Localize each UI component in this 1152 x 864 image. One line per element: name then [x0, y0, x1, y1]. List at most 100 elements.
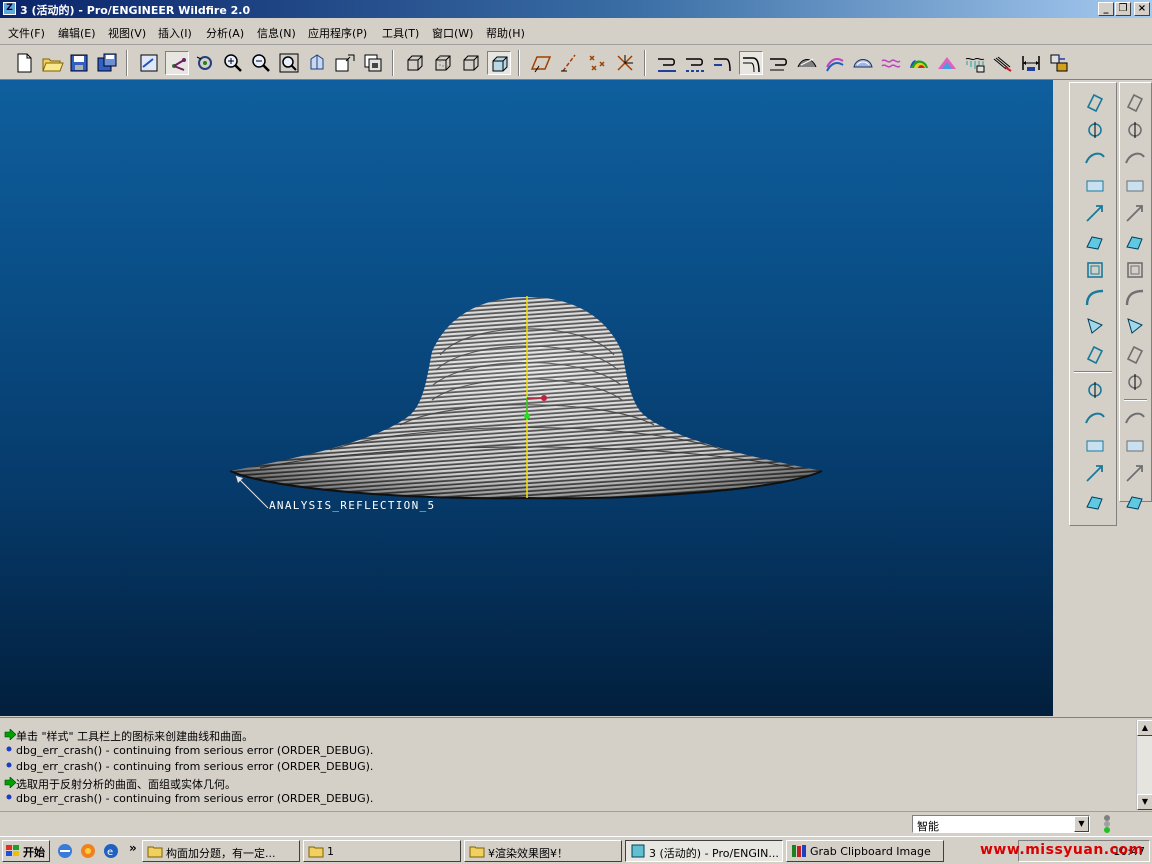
- orient-icon[interactable]: [193, 51, 217, 75]
- datum-points-icon[interactable]: [585, 51, 609, 75]
- taskbar-item-active[interactable]: 3 (活动的) - Pro/ENGIN...: [625, 840, 783, 862]
- shell-icon[interactable]: [1082, 257, 1108, 283]
- layers-icon[interactable]: [361, 51, 385, 75]
- delete-icon[interactable]: [1122, 405, 1148, 431]
- datum-axes-icon[interactable]: [557, 51, 581, 75]
- menu-tools[interactable]: 工具(T): [382, 25, 419, 41]
- title-bar[interactable]: Z 3 (活动的) - Pro/ENGINEER Wildfire 2.0 _ …: [0, 0, 1152, 18]
- proe-app-icon[interactable]: Z: [3, 2, 16, 15]
- message-scrollbar[interactable]: ▲ ▼: [1136, 720, 1152, 810]
- rib-icon[interactable]: [1122, 173, 1148, 199]
- spin-center-icon[interactable]: [165, 51, 189, 75]
- restore-button[interactable]: ❐: [1115, 2, 1131, 16]
- new-icon[interactable]: [12, 51, 36, 75]
- quicklaunch-more-icon[interactable]: »: [129, 841, 137, 855]
- analysis-13-icon[interactable]: [991, 51, 1015, 75]
- datum-curve-icon[interactable]: [1082, 461, 1108, 487]
- pattern-icon[interactable]: [1122, 201, 1148, 227]
- menu-applications[interactable]: 应用程序(P): [308, 25, 367, 41]
- analysis-6-icon[interactable]: [795, 51, 819, 75]
- regen-icon[interactable]: [1122, 489, 1148, 515]
- taskbar-item[interactable]: ¥渲染效果图¥！: [464, 840, 622, 862]
- project-icon[interactable]: [1122, 341, 1148, 367]
- analysis-11-icon[interactable]: [935, 51, 959, 75]
- trim-icon[interactable]: [1122, 257, 1148, 283]
- curve-icon[interactable]: [1082, 89, 1108, 115]
- merge-icon[interactable]: [1082, 341, 1108, 367]
- saved-views-icon[interactable]: [333, 51, 357, 75]
- save-copy-icon[interactable]: [95, 51, 119, 75]
- mirror-icon[interactable]: [1122, 229, 1148, 255]
- analysis-9-icon[interactable]: [879, 51, 903, 75]
- analysis-2-icon[interactable]: [683, 51, 707, 75]
- no-hidden-icon[interactable]: [459, 51, 483, 75]
- menu-view[interactable]: 视图(V): [108, 25, 146, 41]
- boundary-icon[interactable]: [1082, 173, 1108, 199]
- hidden-line-icon[interactable]: [431, 51, 455, 75]
- plane-icon[interactable]: [1082, 405, 1108, 431]
- ie-icon[interactable]: [56, 842, 74, 860]
- menu-info[interactable]: 信息(N): [257, 25, 296, 41]
- edit-definition-icon[interactable]: [1122, 117, 1148, 143]
- point-icon[interactable]: [1082, 489, 1108, 515]
- taskbar-item[interactable]: 1: [303, 840, 461, 862]
- undo-icon[interactable]: [1122, 433, 1148, 459]
- solidify-icon[interactable]: [1082, 229, 1108, 255]
- analysis-5-icon[interactable]: [767, 51, 791, 75]
- axis-icon[interactable]: [1082, 433, 1108, 459]
- datum-planes-icon[interactable]: [529, 51, 553, 75]
- refit-icon[interactable]: [277, 51, 301, 75]
- close-button[interactable]: ×: [1134, 2, 1150, 16]
- menu-help[interactable]: 帮助(H): [486, 25, 525, 41]
- analysis-14-icon[interactable]: [1019, 51, 1043, 75]
- analysis-12-icon[interactable]: [963, 51, 987, 75]
- open-icon[interactable]: [40, 51, 64, 75]
- round-icon[interactable]: [1082, 285, 1108, 311]
- analysis-annotation-label[interactable]: ANALYSIS_REFLECTION_5: [269, 499, 435, 512]
- shading-icon[interactable]: [487, 51, 511, 75]
- intersect-icon[interactable]: [1122, 313, 1148, 339]
- firefox-icon[interactable]: [79, 842, 97, 860]
- sweep-icon[interactable]: [1082, 145, 1108, 171]
- menu-window[interactable]: 窗口(W): [432, 25, 473, 41]
- style-icon[interactable]: [1122, 89, 1148, 115]
- minimize-button[interactable]: _: [1098, 2, 1114, 16]
- menu-insert[interactable]: 插入(I): [158, 25, 192, 41]
- scroll-up-icon[interactable]: ▲: [1137, 720, 1152, 736]
- model-scene[interactable]: ANALYSIS_REFLECTION_5: [0, 80, 1053, 716]
- scroll-down-icon[interactable]: ▼: [1137, 794, 1152, 810]
- extend-icon[interactable]: [1122, 285, 1148, 311]
- wireframe-icon[interactable]: [403, 51, 427, 75]
- graphics-viewport[interactable]: ANALYSIS_REFLECTION_5: [0, 80, 1053, 716]
- chevron-down-icon[interactable]: ▼: [1074, 816, 1089, 832]
- hole-icon[interactable]: [1122, 145, 1148, 171]
- reflection-surface[interactable]: [220, 290, 840, 510]
- start-button[interactable]: 开始: [2, 840, 50, 862]
- menu-file[interactable]: 文件(F): [8, 25, 45, 41]
- selection-filter-select[interactable]: 智能 ▼: [912, 815, 1090, 833]
- taskbar-item[interactable]: Grab Clipboard Image: [786, 840, 944, 862]
- revolve-icon[interactable]: [1082, 117, 1108, 143]
- save-icon[interactable]: [67, 51, 91, 75]
- offset-icon[interactable]: [1082, 201, 1108, 227]
- redo-icon[interactable]: [1122, 461, 1148, 487]
- reorient-icon[interactable]: [305, 51, 329, 75]
- analysis-15-icon[interactable]: [1047, 51, 1071, 75]
- menu-analysis[interactable]: 分析(A): [206, 25, 244, 41]
- redraw-icon[interactable]: [137, 51, 161, 75]
- analysis-10-icon[interactable]: [907, 51, 931, 75]
- menu-edit[interactable]: 编辑(E): [58, 25, 96, 41]
- draft-icon[interactable]: [1082, 313, 1108, 339]
- zoom-out-icon[interactable]: [249, 51, 273, 75]
- taskbar-item[interactable]: 构面加分题，有一定...: [142, 840, 300, 862]
- analysis-3-icon[interactable]: [711, 51, 735, 75]
- sketch-curve-icon[interactable]: [1082, 377, 1108, 403]
- table-icon[interactable]: [1122, 369, 1148, 395]
- zoom-in-icon[interactable]: [221, 51, 245, 75]
- browser-icon[interactable]: e: [102, 842, 120, 860]
- analysis-7-icon[interactable]: [823, 51, 847, 75]
- traffic-light-icon[interactable]: [1100, 814, 1114, 834]
- analysis-1-icon[interactable]: [655, 51, 679, 75]
- analysis-4-icon[interactable]: [739, 51, 763, 75]
- coordinate-systems-icon[interactable]: [613, 51, 637, 75]
